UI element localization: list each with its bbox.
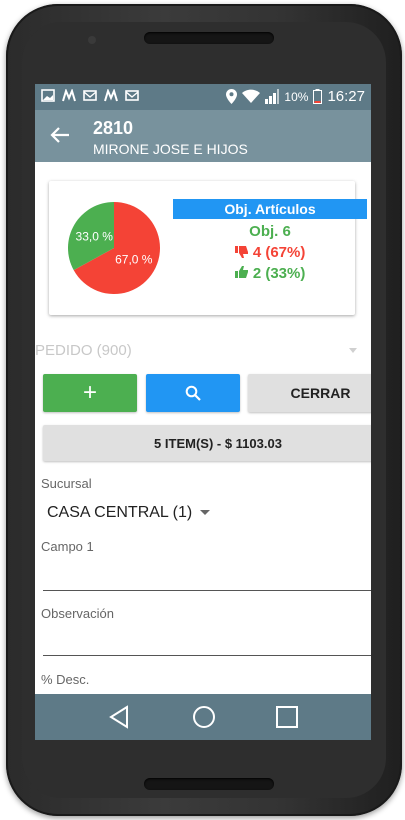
caret-down-icon bbox=[200, 510, 211, 516]
observacion-input[interactable] bbox=[43, 627, 371, 656]
back-triangle-icon[interactable] bbox=[105, 703, 133, 731]
objective-card: 67,0 % 33,0 % Obj. Artículos Obj. 6 4 (67… bbox=[49, 181, 367, 315]
screen: 10% 16:27 2810 MIRONE JOSE E HIJOS 67,0 … bbox=[35, 84, 371, 740]
thumbs-up-icon bbox=[234, 266, 248, 278]
battery-icon bbox=[313, 89, 323, 104]
status-bar: 10% 16:27 bbox=[35, 84, 371, 110]
sucursal-dropdown[interactable]: CASA CENTRAL (1) bbox=[47, 504, 211, 522]
m-icon bbox=[104, 89, 118, 102]
wifi-icon bbox=[242, 89, 261, 103]
objective-positive-value: 2 (33%) bbox=[252, 265, 306, 282]
mail-icon bbox=[125, 90, 139, 101]
search-icon bbox=[185, 385, 201, 401]
pedido-dropdown[interactable]: PEDIDO (900) bbox=[35, 342, 132, 359]
clock: 16:27 bbox=[327, 88, 365, 105]
close-button[interactable]: CERRAR bbox=[248, 374, 371, 412]
campo1-label: Campo 1 bbox=[41, 539, 94, 554]
objective-summary: Obj. Artículos Obj. 6 4 (67%) 2 (33%) bbox=[173, 199, 367, 282]
location-icon bbox=[226, 89, 238, 104]
app-bar: 2810 MIRONE JOSE E HIJOS bbox=[35, 110, 371, 162]
campo1-input[interactable] bbox=[43, 562, 371, 591]
bottom-speaker bbox=[144, 778, 274, 790]
add-button[interactable]: + bbox=[43, 374, 137, 412]
top-speaker bbox=[144, 32, 274, 44]
page-title: 2810 bbox=[93, 118, 134, 138]
items-summary-button[interactable]: 5 ITEM(S) - $ 1103.03 bbox=[43, 425, 371, 461]
back-arrow-icon[interactable] bbox=[49, 124, 71, 146]
sucursal-label: Sucursal bbox=[41, 476, 92, 491]
sucursal-value: CASA CENTRAL (1) bbox=[47, 504, 193, 521]
battery-percent: 10% bbox=[284, 89, 309, 104]
add-button-label: + bbox=[82, 379, 97, 406]
signal-icon bbox=[265, 89, 280, 104]
objective-header: Obj. Artículos bbox=[173, 199, 367, 219]
camera-icon bbox=[88, 36, 96, 44]
objective-positive: 2 (33%) bbox=[173, 265, 367, 282]
thumbs-down-icon bbox=[234, 246, 248, 258]
navigation-bar bbox=[35, 694, 371, 740]
objective-target: Obj. 6 bbox=[249, 223, 291, 240]
observacion-label: Observación bbox=[41, 606, 114, 621]
page-subtitle: MIRONE JOSE E HIJOS bbox=[93, 141, 248, 157]
home-circle-icon[interactable] bbox=[190, 703, 218, 731]
descuento-label: % Desc. bbox=[41, 672, 90, 687]
objective-negative-value: 4 (67%) bbox=[252, 244, 306, 261]
mail-icon bbox=[83, 90, 97, 101]
objective-pie-chart: 67,0 %33,0 % bbox=[68, 202, 160, 294]
objective-negative: 4 (67%) bbox=[173, 244, 367, 261]
image-icon bbox=[41, 89, 55, 102]
m-icon bbox=[62, 89, 76, 102]
chevron-down-icon[interactable] bbox=[349, 348, 357, 353]
pie-label-0: 67,0 % bbox=[115, 253, 153, 267]
recents-square-icon[interactable] bbox=[273, 703, 301, 731]
pie-label-1: 33,0 % bbox=[76, 229, 114, 243]
search-button[interactable] bbox=[146, 374, 240, 412]
